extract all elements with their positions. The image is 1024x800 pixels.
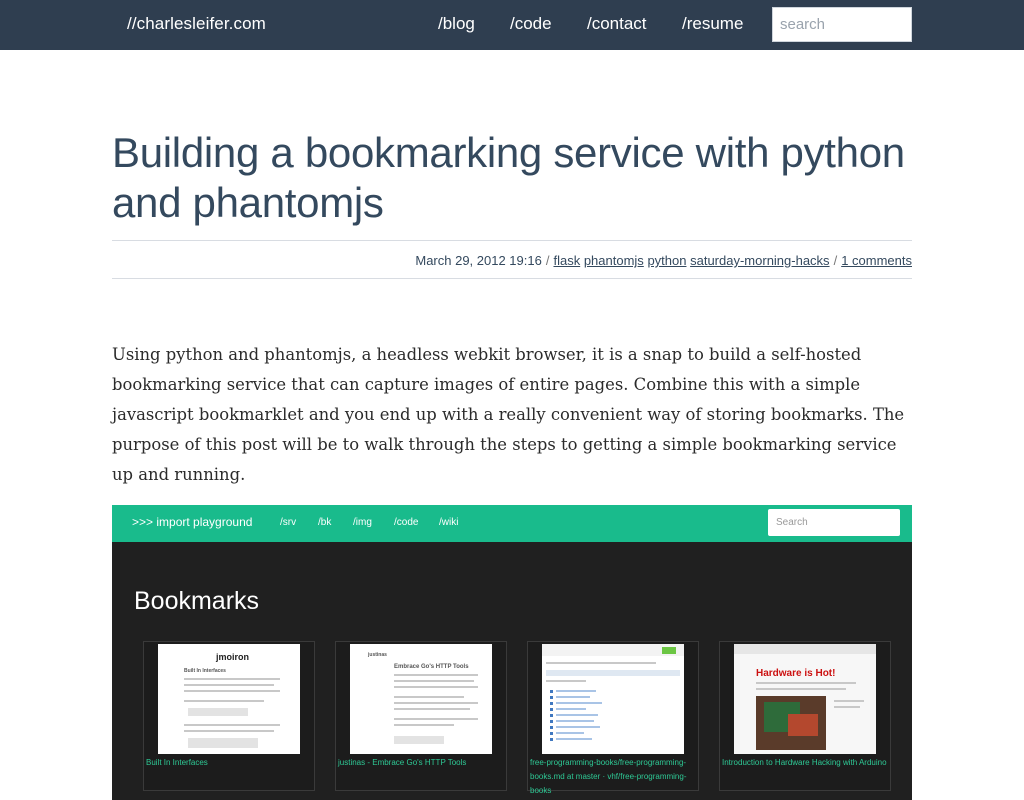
bookmark-card: jmoiron Built In Interfaces Built In Int…	[143, 641, 315, 791]
search-input[interactable]	[772, 7, 912, 42]
nav-link-code[interactable]: /code	[510, 14, 552, 34]
tag-link-flask[interactable]: flask	[553, 253, 580, 268]
tag-link-phantomjs[interactable]: phantomjs	[584, 253, 644, 268]
screenshot-nav-code: /code	[394, 517, 419, 528]
top-nav: //charlesleifer.com /blog /code /contact…	[0, 0, 1024, 50]
bookmark-card: free-programming-books/free-programming-…	[527, 641, 699, 795]
nav-link-resume[interactable]: /resume	[682, 14, 743, 34]
post-intro-paragraph: Using python and phantomjs, a headless w…	[112, 345, 905, 484]
site-brand-link[interactable]: //charlesleifer.com	[127, 14, 266, 34]
nav-link-contact[interactable]: /contact	[587, 14, 647, 34]
screenshot-nav-bk: /bk	[318, 517, 332, 528]
bookmark-card: Hardware is Hot! Introduction to Hardwar…	[719, 641, 891, 791]
thumbnail-title: justinas	[368, 652, 387, 658]
meta-separator: /	[545, 253, 550, 268]
nav-link-blog[interactable]: /blog	[438, 14, 475, 34]
tag-link-python[interactable]: python	[647, 253, 686, 268]
title-divider	[112, 240, 912, 241]
post-meta: March 29, 2012 19:16/flask phantomjs pyt…	[112, 253, 912, 268]
bookmark-caption-link: free-programming-books/free-programming-…	[530, 758, 687, 795]
comments-link[interactable]: 1 comments	[841, 253, 912, 268]
bookmark-caption-link: justinas - Embrace Go's HTTP Tools	[338, 758, 467, 767]
bookmark-thumbnail: justinas Embrace Go's HTTP Tools	[350, 644, 492, 754]
screenshot-nav-wiki: /wiki	[439, 517, 459, 528]
screenshot-brand: >>> import playground	[132, 515, 253, 529]
thumbnail-title: Hardware is Hot!	[756, 668, 836, 679]
bookmark-caption-link: Built In Interfaces	[146, 758, 208, 767]
post-date: March 29, 2012 19:16	[415, 253, 542, 268]
thumbnail-title: jmoiron	[216, 652, 249, 662]
meta-divider	[112, 278, 912, 279]
screenshot-nav-srv: /srv	[280, 517, 297, 528]
screenshot-nav-img: /img	[353, 517, 372, 528]
bookmark-thumbnail	[542, 644, 684, 754]
screenshot-heading: Bookmarks	[134, 587, 260, 615]
tag-link-saturday-morning-hacks[interactable]: saturday-morning-hacks	[690, 253, 829, 268]
bookmark-card: justinas Embrace Go's HTTP Tools justina…	[335, 641, 507, 791]
thumbnail-subtitle: Built In Interfaces	[184, 668, 226, 674]
bookmark-thumbnail: jmoiron Built In Interfaces	[158, 644, 300, 754]
thumbnail-subtitle: Embrace Go's HTTP Tools	[394, 664, 469, 670]
bookmark-thumbnail: Hardware is Hot!	[734, 644, 876, 754]
screenshot-nav: >>> import playground /srv /bk /img /cod…	[112, 505, 912, 542]
post-title: Building a bookmarking service with pyth…	[112, 129, 905, 226]
bookmark-caption-link: Introduction to Hardware Hacking with Ar…	[722, 758, 887, 767]
bookmarks-app-screenshot: >>> import playground /srv /bk /img /cod…	[112, 505, 912, 800]
meta-separator: /	[833, 253, 838, 268]
screenshot-search-box: Search	[768, 509, 900, 536]
